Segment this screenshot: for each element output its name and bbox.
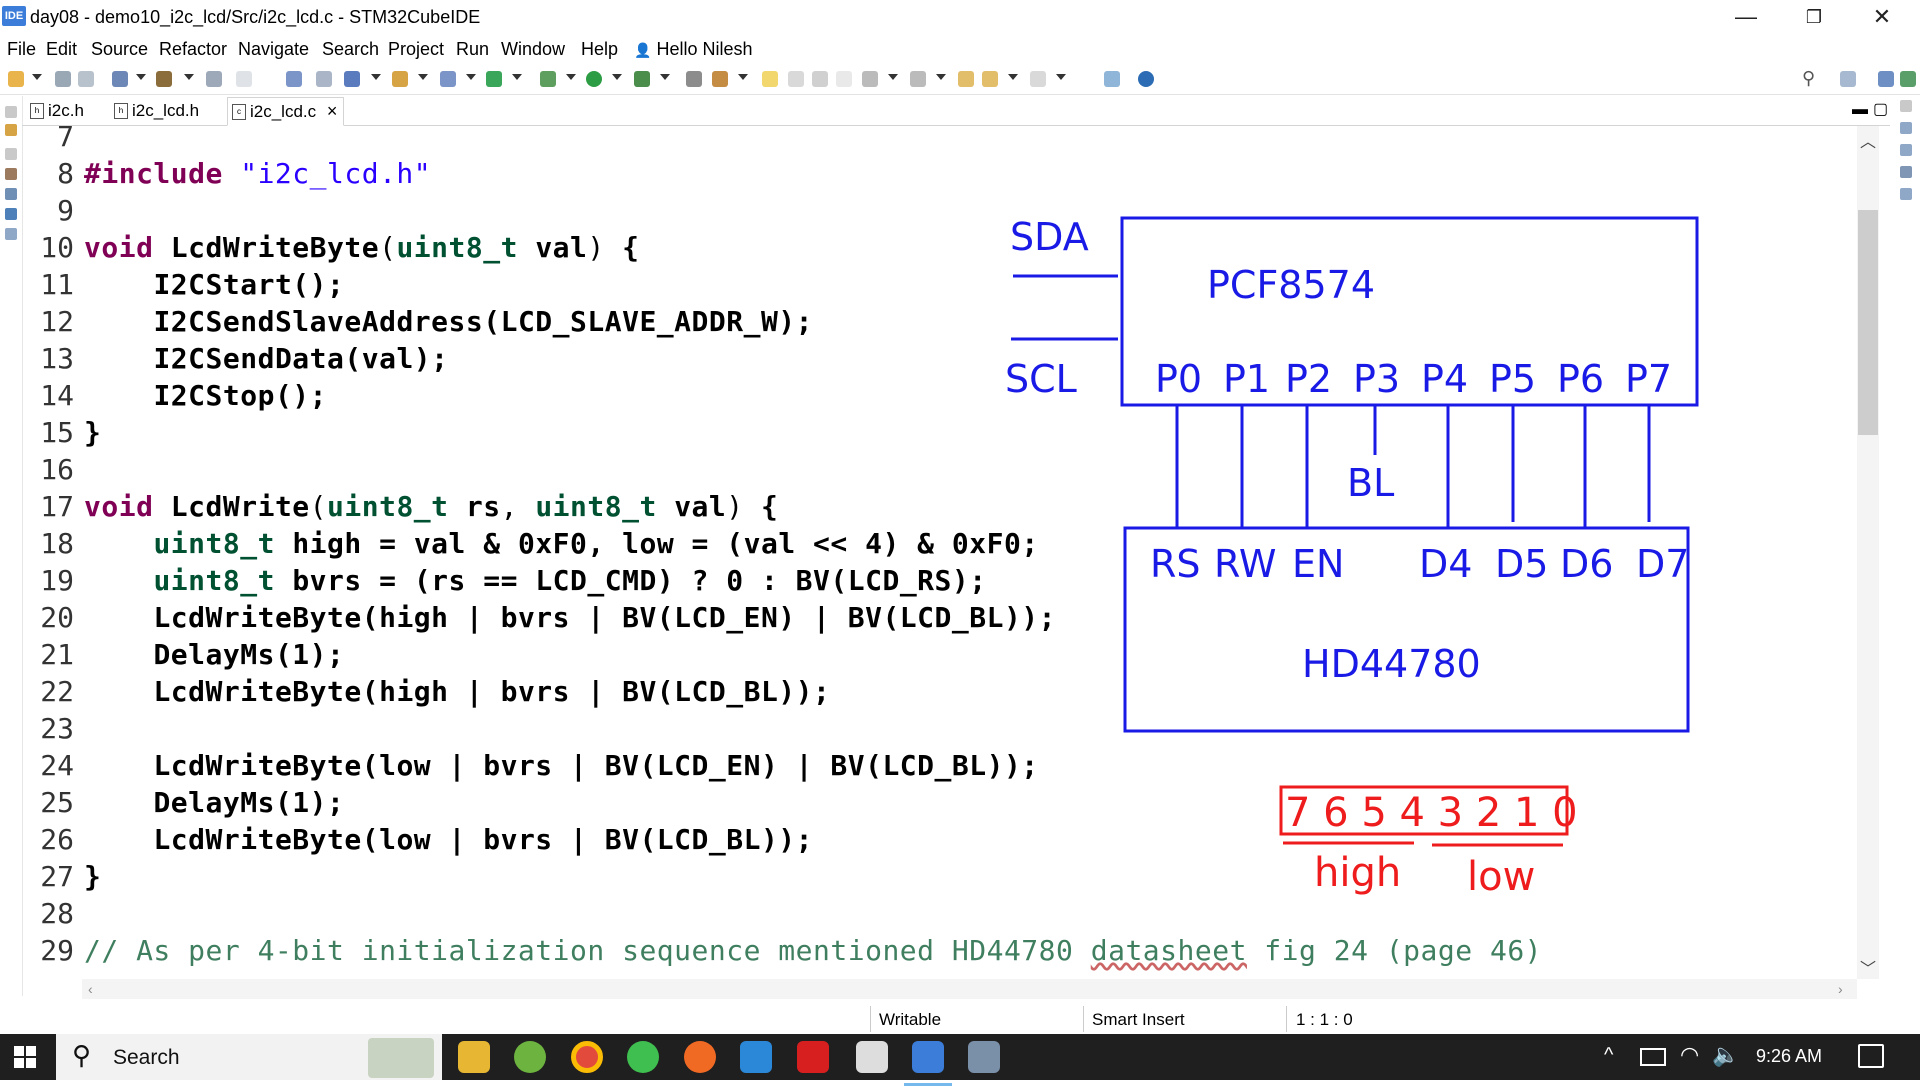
remote-desktop-icon[interactable] — [968, 1041, 1000, 1073]
search-icon: ⚲ — [72, 1040, 92, 1070]
scroll-up-icon[interactable]: ︿ — [1860, 128, 1876, 152]
taskbar-search-box[interactable]: ⚲ Search — [56, 1034, 442, 1080]
pin-p0: P0 — [1155, 357, 1202, 401]
acrobat-icon[interactable] — [797, 1041, 829, 1073]
snipping-tool-icon[interactable] — [856, 1041, 888, 1073]
pin-rw: RW — [1214, 542, 1276, 586]
pin-p3: P3 — [1353, 357, 1400, 401]
clock[interactable]: 9:26 AM — [1756, 1046, 1822, 1067]
pin-p1: P1 — [1223, 357, 1270, 401]
windows-start-icon[interactable] — [14, 1046, 36, 1068]
pin-p6: P6 — [1557, 357, 1604, 401]
pin-p5: P5 — [1489, 357, 1536, 401]
status-writable: Writable — [879, 1010, 942, 1029]
scroll-right-icon[interactable]: › — [1838, 981, 1843, 997]
status-cursor-position: 1 : 1 : 0 — [1296, 1010, 1353, 1029]
horizontal-scrollbar[interactable] — [82, 979, 1857, 999]
chrome-icon[interactable] — [571, 1041, 603, 1073]
pin-en: EN — [1292, 542, 1344, 586]
bits-label: 7 6 5 4 3 2 1 0 — [1285, 790, 1578, 836]
status-insert-mode: Smart Insert — [1092, 1010, 1185, 1029]
notifications-icon[interactable] — [1858, 1044, 1884, 1068]
hd44780-label: HD44780 — [1302, 642, 1481, 686]
scroll-down-icon[interactable]: ﹀ — [1860, 955, 1876, 979]
handwritten-annotation-overlay: SDA SCL PCF8574 P0 P1 P2 P3 P4 P5 P6 P7 … — [1005, 215, 1699, 900]
search-highlight-image — [368, 1038, 434, 1078]
vscode-icon[interactable] — [740, 1041, 772, 1073]
pin-p2: P2 — [1285, 357, 1332, 401]
pcf8574-box — [1120, 216, 1699, 407]
scl-label: SCL — [1005, 357, 1077, 401]
bl-label: BL — [1347, 461, 1394, 505]
low-label: low — [1467, 854, 1535, 900]
spring-tool-icon[interactable] — [514, 1041, 546, 1073]
pcf8574-label: PCF8574 — [1207, 263, 1375, 307]
pin-d6: D6 — [1560, 542, 1613, 586]
pin-d7: D7 — [1636, 542, 1689, 586]
battery-icon[interactable] — [1640, 1048, 1666, 1066]
scroll-left-icon[interactable]: ‹ — [88, 981, 93, 997]
firefox-icon[interactable] — [684, 1041, 716, 1073]
scrollbar-thumb[interactable] — [1858, 210, 1878, 435]
wifi-icon[interactable]: ◠ — [1680, 1042, 1699, 1068]
status-bar: Writable Smart Insert 1 : 1 : 0 — [0, 1002, 1920, 1036]
pin-p4: P4 — [1421, 357, 1468, 401]
greenshot-icon[interactable] — [627, 1041, 659, 1073]
high-label: high — [1314, 850, 1401, 896]
chevron-up-icon[interactable]: ^ — [1604, 1044, 1613, 1067]
search-placeholder: Search — [113, 1046, 180, 1069]
sda-label: SDA — [1010, 215, 1089, 259]
pin-d4: D4 — [1419, 542, 1472, 586]
volume-icon[interactable]: 🔈 — [1712, 1042, 1739, 1068]
pin-p7: P7 — [1625, 357, 1672, 401]
pin-d5: D5 — [1495, 542, 1548, 586]
file-explorer-icon[interactable] — [458, 1041, 490, 1073]
pin-rs: RS — [1150, 542, 1201, 586]
stm32cubeide-icon[interactable] — [904, 1041, 952, 1086]
